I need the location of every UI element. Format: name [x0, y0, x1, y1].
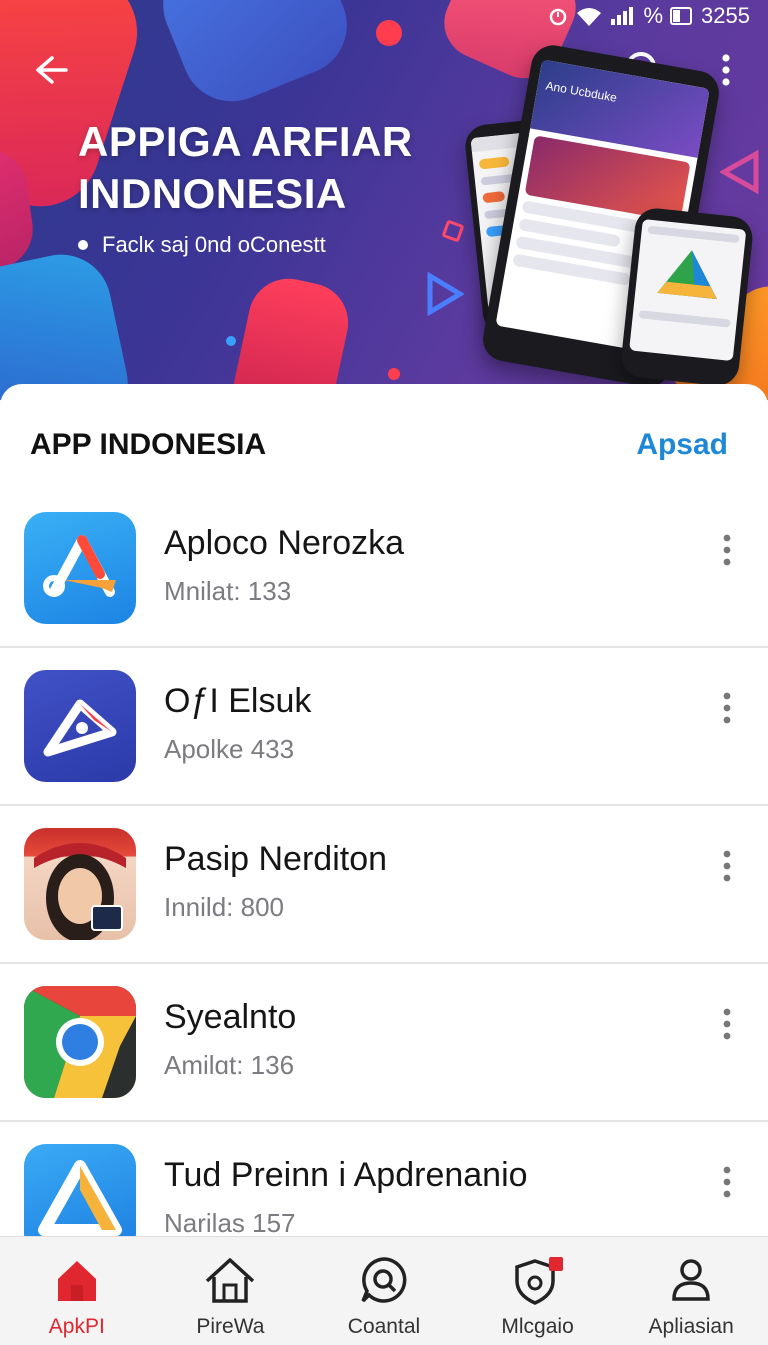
wifi-icon: [577, 8, 602, 26]
more-vert-icon[interactable]: [712, 688, 742, 728]
nav-item-mlcgaio[interactable]: Mlcgaio: [461, 1237, 615, 1345]
more-vert-icon[interactable]: [712, 1162, 742, 1202]
app-meta: Innild: 800: [164, 892, 284, 922]
status-time: 3255: [701, 3, 750, 28]
bottom-navigation: ApkPI PireWa Coantal Mlcgaio Apliasian: [0, 1236, 768, 1345]
status-bar: % 3255: [547, 2, 750, 30]
home-filled-icon: [57, 1261, 96, 1301]
alarm-icon: [550, 8, 567, 26]
shield-badge-icon: [514, 1257, 563, 1305]
triangle-logo-icon: [24, 1144, 136, 1244]
chat-search-icon: [361, 1257, 407, 1303]
nav-label: Apliasian: [648, 1315, 734, 1338]
app-meta: Mnilat: 133: [164, 576, 292, 606]
app-name: Tud Preinn i Apdrenanio: [164, 1156, 528, 1194]
section-title: APP INDONESIA: [30, 428, 267, 461]
decor-triangle: [720, 150, 759, 194]
decor-dot: [226, 336, 236, 346]
chrome-like-icon: [24, 986, 136, 1098]
nav-label: ApkPI: [48, 1315, 105, 1338]
nav-item-pirewa[interactable]: PireWa: [154, 1237, 308, 1345]
back-arrow-icon[interactable]: [30, 50, 70, 90]
decor-dot: [388, 368, 400, 380]
app-name: Syealnto: [164, 998, 297, 1036]
app-row[interactable]: Tud Preinn i Apdrenanio Narilas 157: [0, 1122, 768, 1244]
signal-icon: [611, 7, 634, 25]
app-list-card: APP INDONESIA Apsad Aploco Nerozka Mnila…: [0, 384, 768, 1244]
play-arrow-indigo-icon: [24, 670, 136, 782]
a-logo-blue-icon: [24, 512, 136, 624]
decor-triangle: [427, 272, 464, 316]
hero-title: APPIGA ARFIAR INDNONESIA: [78, 116, 413, 220]
app-name: OƒI Elsuk: [164, 682, 312, 720]
nav-item-apliasian[interactable]: Apliasian: [614, 1237, 768, 1345]
app-row[interactable]: Pasip Nerditon Innild: 800: [0, 806, 768, 964]
app-meta: Apolke 433: [164, 734, 295, 764]
app-row[interactable]: Syealnto Amilɑt: 136: [0, 964, 768, 1122]
more-vert-icon[interactable]: [712, 1004, 742, 1044]
more-vert-icon[interactable]: [712, 846, 742, 886]
bullet-dot: [78, 240, 88, 250]
nav-item-apkpi[interactable]: ApkPI: [0, 1237, 154, 1345]
phone-mockup-right: [619, 206, 755, 388]
app-name: Pasip Nerditon: [164, 840, 388, 878]
hero-title-line2: INDNONESIA: [78, 170, 347, 217]
decor-blob: [148, 0, 362, 117]
nav-label: Coantal: [347, 1315, 421, 1338]
more-vert-icon[interactable]: [712, 530, 742, 570]
decor-blob: [224, 271, 356, 400]
decor-square: [441, 219, 465, 243]
nav-label: PireWa: [196, 1315, 265, 1338]
portrait-photo-icon: [24, 828, 136, 940]
app-name: Aploco Nerozka: [164, 524, 405, 562]
hero-subtitle: Faclĸ saj 0nd oConestt: [78, 232, 326, 258]
decor-dot: [376, 20, 402, 46]
nav-item-coantal[interactable]: Coantal: [307, 1237, 461, 1345]
hero-subtitle-text: Faclĸ saj 0nd oConestt: [102, 232, 326, 257]
hero-banner: % 3255 APPIGA ARFIAR INDNONESIA Faclĸ sa…: [0, 0, 768, 400]
app-row[interactable]: OƒI Elsuk Apolke 433: [0, 648, 768, 806]
decor-blob: [0, 245, 137, 400]
person-icon: [672, 1259, 710, 1301]
battery-icon: [670, 7, 693, 25]
app-meta: Amilɑt: 136: [164, 1050, 295, 1080]
app-row[interactable]: Aploco Nerozka Mnilat: 133: [0, 490, 768, 648]
see-all-link[interactable]: Apsad: [636, 428, 728, 462]
home-outline-icon: [206, 1258, 255, 1303]
phone-screen: [629, 218, 747, 362]
hero-title-line1: APPIGA ARFIAR: [78, 118, 413, 165]
nav-label: Mlcgaio: [501, 1315, 574, 1338]
app-meta: Narilas 157: [164, 1208, 296, 1238]
battery-percent: %: [643, 3, 664, 28]
